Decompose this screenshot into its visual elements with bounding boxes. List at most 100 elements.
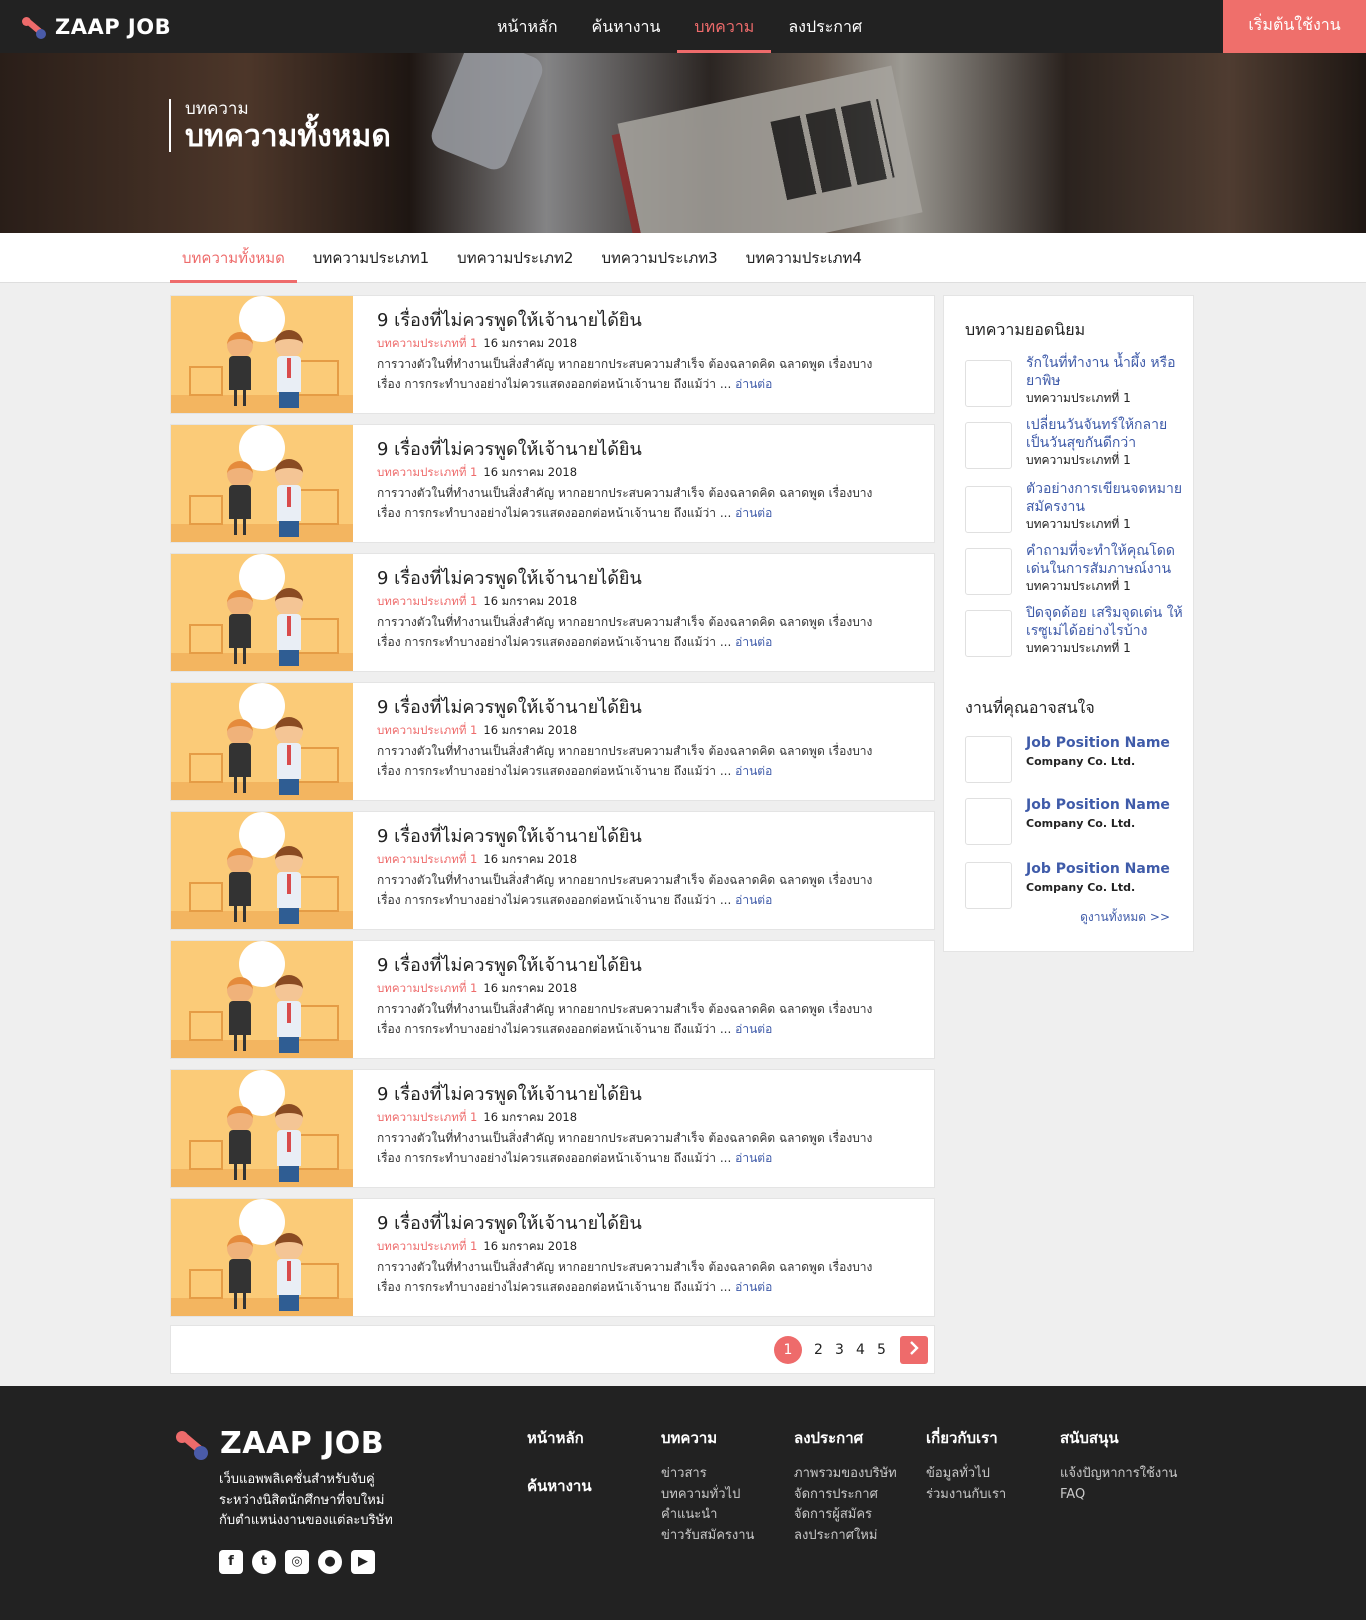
read-more-link[interactable]: อ่านต่อ <box>735 1280 772 1294</box>
footer-col-support: สนับสนุน แจ้งปัญหาการใช้งาน FAQ <box>1060 1428 1177 1505</box>
footer-col-main: หน้าหลัก ค้นหางาน <box>527 1428 592 1496</box>
article-card[interactable]: 9 เรื่องที่ไม่ควรพูดให้เจ้านายได้ยินบทคว… <box>170 553 935 672</box>
page-3-button[interactable]: 3 <box>829 1336 850 1364</box>
tab-category-3[interactable]: บทความประเภท3 <box>589 233 729 283</box>
article-title[interactable]: 9 เรื่องที่ไม่ควรพูดให้เจ้านายได้ยิน <box>377 696 877 720</box>
article-category[interactable]: บทความประเภทที่ 1 <box>377 981 477 995</box>
footer-description: เว็บแอพพลิเคชั่นสำหรับจับคู่ ระหว่างนิสิ… <box>219 1470 393 1532</box>
read-more-link[interactable]: อ่านต่อ <box>735 377 772 391</box>
footer-link[interactable]: บทความทั่วไป <box>661 1485 754 1506</box>
read-more-link[interactable]: อ่านต่อ <box>735 635 772 649</box>
chevron-right-icon <box>910 1341 919 1355</box>
nav-articles[interactable]: บทความ <box>677 0 772 53</box>
footer-link[interactable]: คำแนะนำ <box>661 1505 754 1526</box>
article-card[interactable]: 9 เรื่องที่ไม่ควรพูดให้เจ้านายได้ยินบทคว… <box>170 1198 935 1317</box>
article-thumbnail[interactable] <box>171 425 353 542</box>
article-card[interactable]: 9 เรื่องที่ไม่ควรพูดให้เจ้านายได้ยินบทคว… <box>170 424 935 543</box>
article-thumbnail[interactable] <box>171 941 353 1058</box>
popular-article-title[interactable]: เปลี่ยนวันจันทร์ให้กลายเป็นวันสุขกันดีกว… <box>1026 416 1188 452</box>
article-card[interactable]: 9 เรื่องที่ไม่ควรพูดให้เจ้านายได้ยินบทคว… <box>170 811 935 930</box>
instagram-icon[interactable]: ◎ <box>285 1550 309 1574</box>
article-category[interactable]: บทความประเภทที่ 1 <box>377 465 477 479</box>
article-category[interactable]: บทความประเภทที่ 1 <box>377 336 477 350</box>
article-title[interactable]: 9 เรื่องที่ไม่ควรพูดให้เจ้านายได้ยิน <box>377 567 877 591</box>
footer-link[interactable]: ข่าวสาร <box>661 1464 754 1485</box>
popular-article-title[interactable]: ปิดจุดด้อย เสริมจุดเด่น ให้เรซูเม่ได้อย่… <box>1026 604 1188 640</box>
read-more-link[interactable]: อ่านต่อ <box>735 764 772 778</box>
article-thumbnail[interactable] <box>171 683 353 800</box>
footer-link[interactable]: แจ้งปัญหาการใช้งาน <box>1060 1464 1177 1485</box>
popular-article-title[interactable]: ตัวอย่างการเขียนจดหมายสมัครงาน <box>1026 480 1188 516</box>
article-category[interactable]: บทความประเภทที่ 1 <box>377 1110 477 1124</box>
twitter-icon[interactable]: t <box>252 1550 276 1574</box>
article-title[interactable]: 9 เรื่องที่ไม่ควรพูดให้เจ้านายได้ยิน <box>377 309 877 333</box>
see-all-jobs-link[interactable]: ดูงานทั้งหมด >> <box>1080 908 1170 927</box>
article-category[interactable]: บทความประเภทที่ 1 <box>377 723 477 737</box>
footer-home-link[interactable]: หน้าหลัก <box>527 1428 592 1448</box>
footer-description-line: ระหว่างนิสิตนักศึกษาที่จบใหม่ <box>219 1492 385 1508</box>
job-title-link[interactable]: Job Position Name <box>1026 861 1170 877</box>
article-thumbnail[interactable] <box>171 554 353 671</box>
footer-link[interactable]: ร่วมงานกับเรา <box>926 1485 1006 1506</box>
get-started-button[interactable]: เริ่มต้นใช้งาน <box>1223 0 1366 53</box>
nav-home[interactable]: หน้าหลัก <box>480 0 575 53</box>
footer-logo[interactable]: ZAAP JOB <box>176 1426 384 1461</box>
job-title-link[interactable]: Job Position Name <box>1026 735 1170 751</box>
next-page-button[interactable] <box>900 1336 928 1364</box>
article-thumbnail[interactable] <box>171 296 353 413</box>
youtube-icon[interactable]: ▶ <box>351 1550 375 1574</box>
tab-category-2[interactable]: บทความประเภท2 <box>445 233 585 283</box>
article-category[interactable]: บทความประเภทที่ 1 <box>377 594 477 608</box>
popular-article-category: บทความประเภทที่ 1 <box>1026 641 1131 655</box>
article-thumbnail[interactable] <box>171 812 353 929</box>
tab-category-4[interactable]: บทความประเภท4 <box>734 233 874 283</box>
footer-link[interactable]: FAQ <box>1060 1485 1177 1506</box>
popular-article-title[interactable]: คำถามที่จะทำให้คุณโดดเด่นในการสัมภาษณ์งา… <box>1026 542 1188 578</box>
footer-search-link[interactable]: ค้นหางาน <box>527 1476 592 1496</box>
footer-link[interactable]: ภาพรวมของบริษัท <box>794 1464 897 1485</box>
page-1-button[interactable]: 1 <box>774 1336 802 1364</box>
nav-search-jobs[interactable]: ค้นหางาน <box>575 0 678 53</box>
article-card[interactable]: 9 เรื่องที่ไม่ควรพูดให้เจ้านายได้ยินบทคว… <box>170 295 935 414</box>
read-more-link[interactable]: อ่านต่อ <box>735 893 772 907</box>
article-title[interactable]: 9 เรื่องที่ไม่ควรพูดให้เจ้านายได้ยิน <box>377 954 877 978</box>
suggested-jobs-heading: งานที่คุณอาจสนใจ <box>965 698 1095 717</box>
article-category[interactable]: บทความประเภทที่ 1 <box>377 852 477 866</box>
footer-col-heading: บทความ <box>661 1429 718 1447</box>
article-card[interactable]: 9 เรื่องที่ไม่ควรพูดให้เจ้านายได้ยินบทคว… <box>170 1069 935 1188</box>
tab-category-1[interactable]: บทความประเภท1 <box>301 233 441 283</box>
article-title[interactable]: 9 เรื่องที่ไม่ควรพูดให้เจ้านายได้ยิน <box>377 1083 877 1107</box>
article-card[interactable]: 9 เรื่องที่ไม่ควรพูดให้เจ้านายได้ยินบทคว… <box>170 940 935 1059</box>
read-more-link[interactable]: อ่านต่อ <box>735 1151 772 1165</box>
line-icon[interactable]: ● <box>318 1550 342 1574</box>
footer-link[interactable]: ข้อมูลทั่วไป <box>926 1464 1006 1485</box>
job-title-link[interactable]: Job Position Name <box>1026 797 1170 813</box>
footer-link[interactable]: ลงประกาศใหม่ <box>794 1526 897 1547</box>
popular-article-category: บทความประเภทที่ 1 <box>1026 391 1131 405</box>
article-title[interactable]: 9 เรื่องที่ไม่ควรพูดให้เจ้านายได้ยิน <box>377 438 877 462</box>
popular-article-title[interactable]: รักในที่ทำงาน น้ำผึ้ง หรือยาพิษ <box>1026 354 1188 390</box>
footer-link[interactable]: ข่าวรับสมัครงาน <box>661 1526 754 1547</box>
article-title[interactable]: 9 เรื่องที่ไม่ควรพูดให้เจ้านายได้ยิน <box>377 1212 877 1236</box>
article-thumbnail[interactable] <box>171 1199 353 1316</box>
footer-link[interactable]: จัดการผู้สมัคร <box>794 1505 897 1526</box>
read-more-link[interactable]: อ่านต่อ <box>735 506 772 520</box>
page-5-button[interactable]: 5 <box>871 1336 892 1364</box>
article-title[interactable]: 9 เรื่องที่ไม่ควรพูดให้เจ้านายได้ยิน <box>377 825 877 849</box>
tab-all-articles[interactable]: บทความทั้งหมด <box>170 233 297 283</box>
article-category[interactable]: บทความประเภทที่ 1 <box>377 1239 477 1253</box>
article-thumbnail[interactable] <box>171 1070 353 1187</box>
page-4-button[interactable]: 4 <box>850 1336 871 1364</box>
nav-post-job[interactable]: ลงประกาศ <box>771 0 879 53</box>
logo-icon <box>176 1428 208 1460</box>
read-more-link[interactable]: อ่านต่อ <box>735 1022 772 1036</box>
footer-link[interactable]: จัดการประกาศ <box>794 1485 897 1506</box>
page-2-button[interactable]: 2 <box>808 1336 829 1364</box>
facebook-icon[interactable]: f <box>219 1550 243 1574</box>
job-company: Company Co. Ltd. <box>1026 817 1136 830</box>
article-thumbnail <box>965 610 1012 657</box>
article-date: 16 มกราคม 2018 <box>483 336 578 350</box>
footer-brand-name: ZAAP JOB <box>220 1426 385 1461</box>
brand-logo[interactable]: ZAAP JOB <box>22 14 171 40</box>
article-card[interactable]: 9 เรื่องที่ไม่ควรพูดให้เจ้านายได้ยินบทคว… <box>170 682 935 801</box>
